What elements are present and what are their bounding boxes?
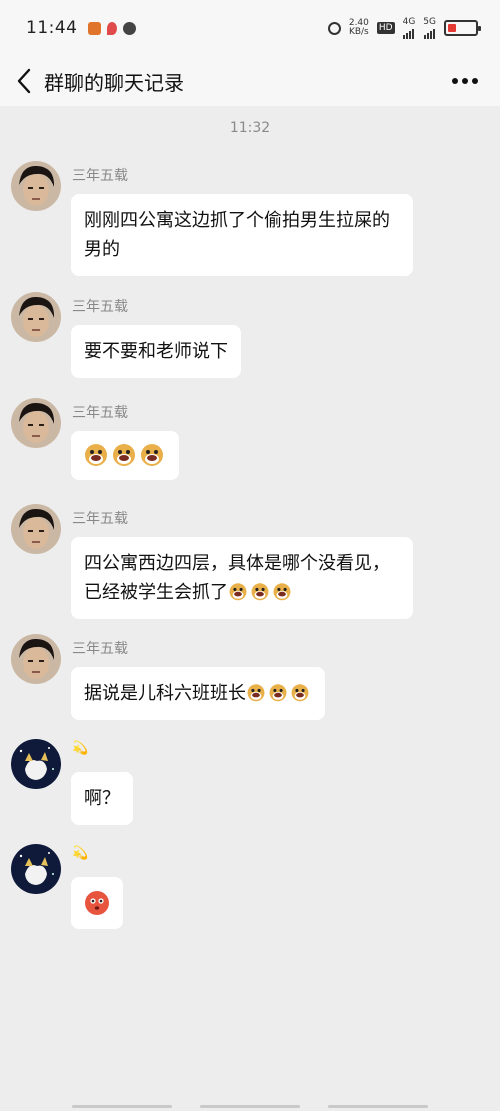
sender-name: 💫 bbox=[72, 846, 89, 861]
notification-icons bbox=[87, 21, 136, 35]
avatar[interactable] bbox=[11, 292, 61, 342]
status-bar: 11:44 2.40 KB/s HD 4G 5G bbox=[0, 0, 500, 56]
chat-history[interactable]: 11:32 三年五载 刚刚四公寓这边抓了个偷拍男生拉屎的男的 三年五载 要不要和… bbox=[0, 106, 500, 1111]
page-title: 群聊的聊天记录 bbox=[44, 70, 184, 95]
signal-icon bbox=[403, 27, 415, 39]
message-bubble[interactable]: 啊？ bbox=[71, 772, 133, 825]
alarm-icon bbox=[327, 21, 341, 35]
message-text: 据说是儿科六班班长 bbox=[84, 683, 246, 704]
network-5g-label: 5G bbox=[423, 17, 436, 27]
avatar[interactable] bbox=[11, 398, 61, 448]
grinning-dog-emoji bbox=[229, 583, 247, 601]
back-button[interactable] bbox=[0, 56, 48, 106]
upload-icon bbox=[122, 21, 136, 35]
network-4g-label: 4G bbox=[402, 17, 416, 27]
grinning-dog-emoji bbox=[113, 444, 135, 466]
speed-unit: KB/s bbox=[348, 27, 369, 37]
grinning-dog-emoji bbox=[269, 684, 287, 702]
chevron-left-icon bbox=[17, 68, 31, 94]
message-bubble[interactable] bbox=[71, 877, 123, 929]
battery-icon bbox=[444, 20, 481, 36]
grinning-dog-emoji bbox=[141, 444, 163, 466]
status-right: 2.40 KB/s HD 4G 5G bbox=[327, 17, 481, 39]
avatar[interactable] bbox=[11, 161, 61, 211]
avatar[interactable] bbox=[11, 504, 61, 554]
sender-name: 三年五载 bbox=[72, 405, 128, 421]
message-timestamp: 11:32 bbox=[229, 120, 271, 136]
sender-name: 三年五载 bbox=[72, 511, 128, 527]
message-bubble[interactable]: 刚刚四公寓这边抓了个偷拍男生拉屎的男的 bbox=[71, 194, 413, 276]
message-bubble[interactable]: 要不要和老师说下 bbox=[71, 325, 241, 378]
avatar[interactable] bbox=[11, 739, 61, 789]
message-bubble[interactable] bbox=[71, 431, 179, 480]
sender-name: 三年五载 bbox=[72, 168, 128, 184]
grinning-dog-emoji bbox=[247, 684, 265, 702]
status-time: 11:44 bbox=[26, 18, 78, 38]
hd-badge: HD bbox=[376, 22, 395, 34]
grinning-dog-emoji bbox=[85, 444, 107, 466]
avatar[interactable] bbox=[11, 634, 61, 684]
signal-icon bbox=[424, 27, 436, 39]
grinning-dog-emoji bbox=[273, 583, 291, 601]
grinning-dog-emoji bbox=[291, 684, 309, 702]
app-notification-icon bbox=[87, 21, 101, 35]
location-icon bbox=[106, 21, 117, 35]
message-text: 啊？ bbox=[84, 788, 120, 809]
sender-name: 三年五载 bbox=[72, 641, 128, 657]
message-text: 要不要和老师说下 bbox=[84, 341, 228, 362]
sender-name: 三年五载 bbox=[72, 299, 128, 315]
more-button[interactable] bbox=[448, 68, 482, 94]
avatar[interactable] bbox=[11, 844, 61, 894]
more-dots-icon bbox=[452, 78, 458, 84]
sender-name: 💫 bbox=[72, 741, 89, 756]
message-text: 刚刚四公寓这边抓了个偷拍男生拉屎的男的 bbox=[84, 210, 390, 260]
message-bubble[interactable]: 四公寓西边四层，具体是哪个没看见，已经被学生会抓了 bbox=[71, 537, 413, 619]
flushed-face-icon bbox=[85, 891, 109, 915]
home-indicator bbox=[0, 1105, 500, 1111]
nav-bar: 群聊的聊天记录 bbox=[0, 56, 500, 106]
message-bubble[interactable]: 据说是儿科六班班长 bbox=[71, 667, 325, 720]
grinning-dog-emoji bbox=[251, 583, 269, 601]
